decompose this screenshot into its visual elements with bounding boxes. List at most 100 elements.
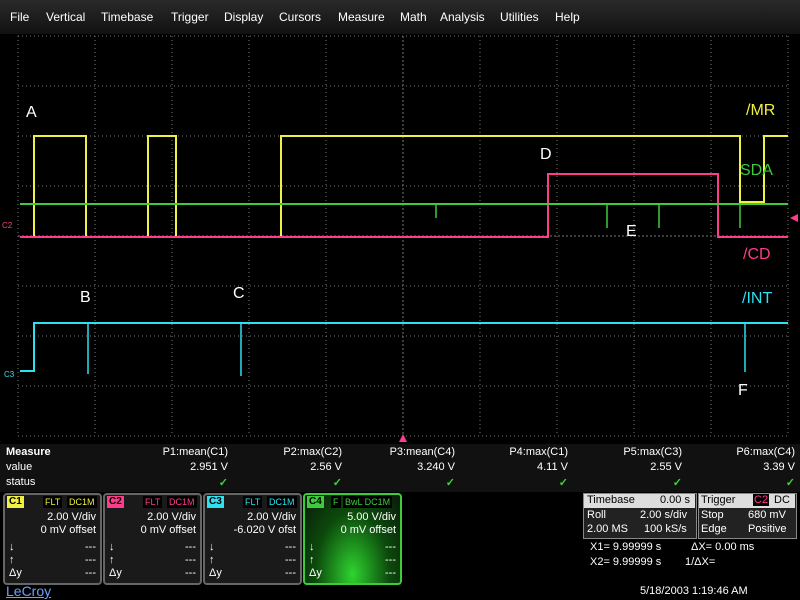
channel-tag: C4 [307, 496, 324, 508]
trigger-title: Trigger [701, 494, 736, 506]
timebase-title: Timebase [587, 494, 635, 506]
down-arrow-icon: ↓ [309, 541, 315, 553]
trigger-coupling: DC [774, 494, 790, 506]
trace-label-int: /INT [742, 290, 773, 307]
channel-readout: --- [185, 567, 196, 579]
menu-display[interactable]: Display [224, 10, 263, 24]
channel-c3-box[interactable]: C3 FLT DC1M 2.00 V/div -6.020 V ofst ↓ -… [203, 493, 302, 585]
annotation-e: E [626, 223, 637, 240]
cursor-inverse-dx: 1/ΔX= [685, 556, 716, 568]
menu-vertical[interactable]: Vertical [46, 10, 85, 24]
measure-status-label: status [6, 476, 36, 488]
waveform-display[interactable]: C2 C3 /MR SDA /CD /INT A B C D E F [0, 34, 800, 444]
status-check-icon: ✓ [558, 477, 568, 489]
menu-bar: File Vertical Timebase Trigger Display C… [0, 0, 800, 35]
channel-tag: C2 [107, 496, 124, 508]
timebase-mode: Roll [587, 509, 606, 521]
channel-flag: F [331, 496, 341, 508]
menu-analysis[interactable]: Analysis [440, 10, 485, 24]
menu-utilities[interactable]: Utilities [500, 10, 539, 24]
measure-param-name[interactable]: P3:mean(C4) [325, 446, 455, 458]
annotation-b: B [80, 289, 91, 306]
annotation-c: C [233, 285, 245, 302]
status-footer: LeCroy 5/18/2003 1:19:46 AM [0, 582, 800, 600]
waveform-canvas [17, 35, 798, 442]
trace-int [20, 322, 788, 372]
channel-flag: FLT [43, 496, 63, 508]
down-arrow-icon: ↓ [9, 541, 15, 553]
status-check-icon: ✓ [672, 477, 682, 489]
trace-mr [20, 135, 788, 238]
channel-readout: --- [85, 554, 96, 566]
menu-file[interactable]: File [10, 10, 29, 24]
cursor-dx: ΔX= 0.00 ms [691, 541, 755, 553]
measure-value: 2.951 V [190, 461, 228, 473]
channel-flag: FLT [143, 496, 163, 508]
trigger-time-marker[interactable] [399, 434, 407, 442]
channel-c2-box[interactable]: C2 FLT DC1M 2.00 V/div 0 mV offset ↓ ---… [103, 493, 202, 585]
channel-flag: DC1M [167, 496, 197, 508]
measure-param-name[interactable]: P6:max(C4) [665, 446, 795, 458]
measure-table[interactable]: Measure P1:mean(C1) P2:max(C2) P3:mean(C… [0, 444, 800, 492]
trigger-level-marker[interactable] [790, 214, 798, 222]
trigger-type: Edge [701, 523, 727, 535]
delta-y-label: Δy [109, 567, 122, 579]
cursor-x1: X1= 9.99999 s [590, 541, 662, 553]
channel-offset: 0 mV offset [140, 524, 196, 536]
down-arrow-icon: ↓ [209, 541, 215, 553]
channel-readout: --- [285, 567, 296, 579]
trigger-source: C2 [753, 494, 770, 506]
menu-help[interactable]: Help [555, 10, 580, 24]
channel-readout: --- [85, 567, 96, 579]
channel-c1-box[interactable]: C1 FLT DC1M 2.00 V/div 0 mV offset ↓ ---… [3, 493, 102, 585]
measure-param-name[interactable]: P1:mean(C1) [98, 446, 228, 458]
up-arrow-icon: ↑ [309, 554, 315, 566]
channel-readout: --- [285, 554, 296, 566]
measure-param-name[interactable]: P2:max(C2) [212, 446, 342, 458]
status-check-icon: ✓ [218, 477, 228, 489]
delta-y-label: Δy [9, 567, 22, 579]
channel-vdiv: 5.00 V/div [347, 511, 396, 523]
measure-param-name[interactable]: P4:max(C1) [438, 446, 568, 458]
measure-param-name[interactable]: P5:max(C3) [552, 446, 682, 458]
menu-timebase[interactable]: Timebase [101, 10, 153, 24]
menu-measure[interactable]: Measure [338, 10, 385, 24]
channel-flag: FLT [243, 496, 263, 508]
trigger-level: 680 mV [748, 509, 786, 521]
trace-cd [20, 173, 788, 238]
channel-flag: DC1M [267, 496, 297, 508]
measure-value: 3.240 V [417, 461, 455, 473]
timebase-delay: 0.00 s [660, 494, 690, 506]
measure-value-row: value 2.951 V 2.56 V 3.240 V 4.11 V 2.55… [0, 461, 800, 475]
channel-readout: --- [285, 541, 296, 553]
channel-readout: --- [385, 567, 396, 579]
measure-header-row: Measure P1:mean(C1) P2:max(C2) P3:mean(C… [0, 446, 800, 460]
annotation-f: F [738, 382, 748, 399]
status-check-icon: ✓ [785, 477, 795, 489]
cursor-x2: X2= 9.99999 s [590, 556, 662, 568]
channel-readout: --- [385, 554, 396, 566]
menu-cursors[interactable]: Cursors [279, 10, 321, 24]
measure-value: 2.55 V [650, 461, 682, 473]
delta-y-label: Δy [209, 567, 222, 579]
timebase-rate: 100 kS/s [644, 523, 687, 535]
down-arrow-icon: ↓ [109, 541, 115, 553]
trigger-mode: Stop [701, 509, 724, 521]
channel-marker-c3: C3 [4, 370, 15, 379]
channel-vdiv: 2.00 V/div [247, 511, 296, 523]
channel-readout: --- [185, 541, 196, 553]
menu-math[interactable]: Math [400, 10, 427, 24]
annotation-a: A [26, 104, 37, 121]
channel-c4-box[interactable]: C4 F BwL DC1M 5.00 V/div 0 mV offset ↓ -… [303, 493, 402, 585]
channel-vdiv: 2.00 V/div [47, 511, 96, 523]
trace-label-cd: /CD [743, 246, 771, 263]
menu-trigger[interactable]: Trigger [171, 10, 209, 24]
channel-readout: --- [385, 541, 396, 553]
channel-readout: --- [85, 541, 96, 553]
channel-flag: BwL DC1M [343, 496, 393, 508]
channel-offset: 0 mV offset [40, 524, 96, 536]
measure-title: Measure [6, 446, 51, 458]
timebase-sdiv: 2.00 s/div [640, 509, 688, 521]
channel-vdiv: 2.00 V/div [147, 511, 196, 523]
status-check-icon: ✓ [445, 477, 455, 489]
